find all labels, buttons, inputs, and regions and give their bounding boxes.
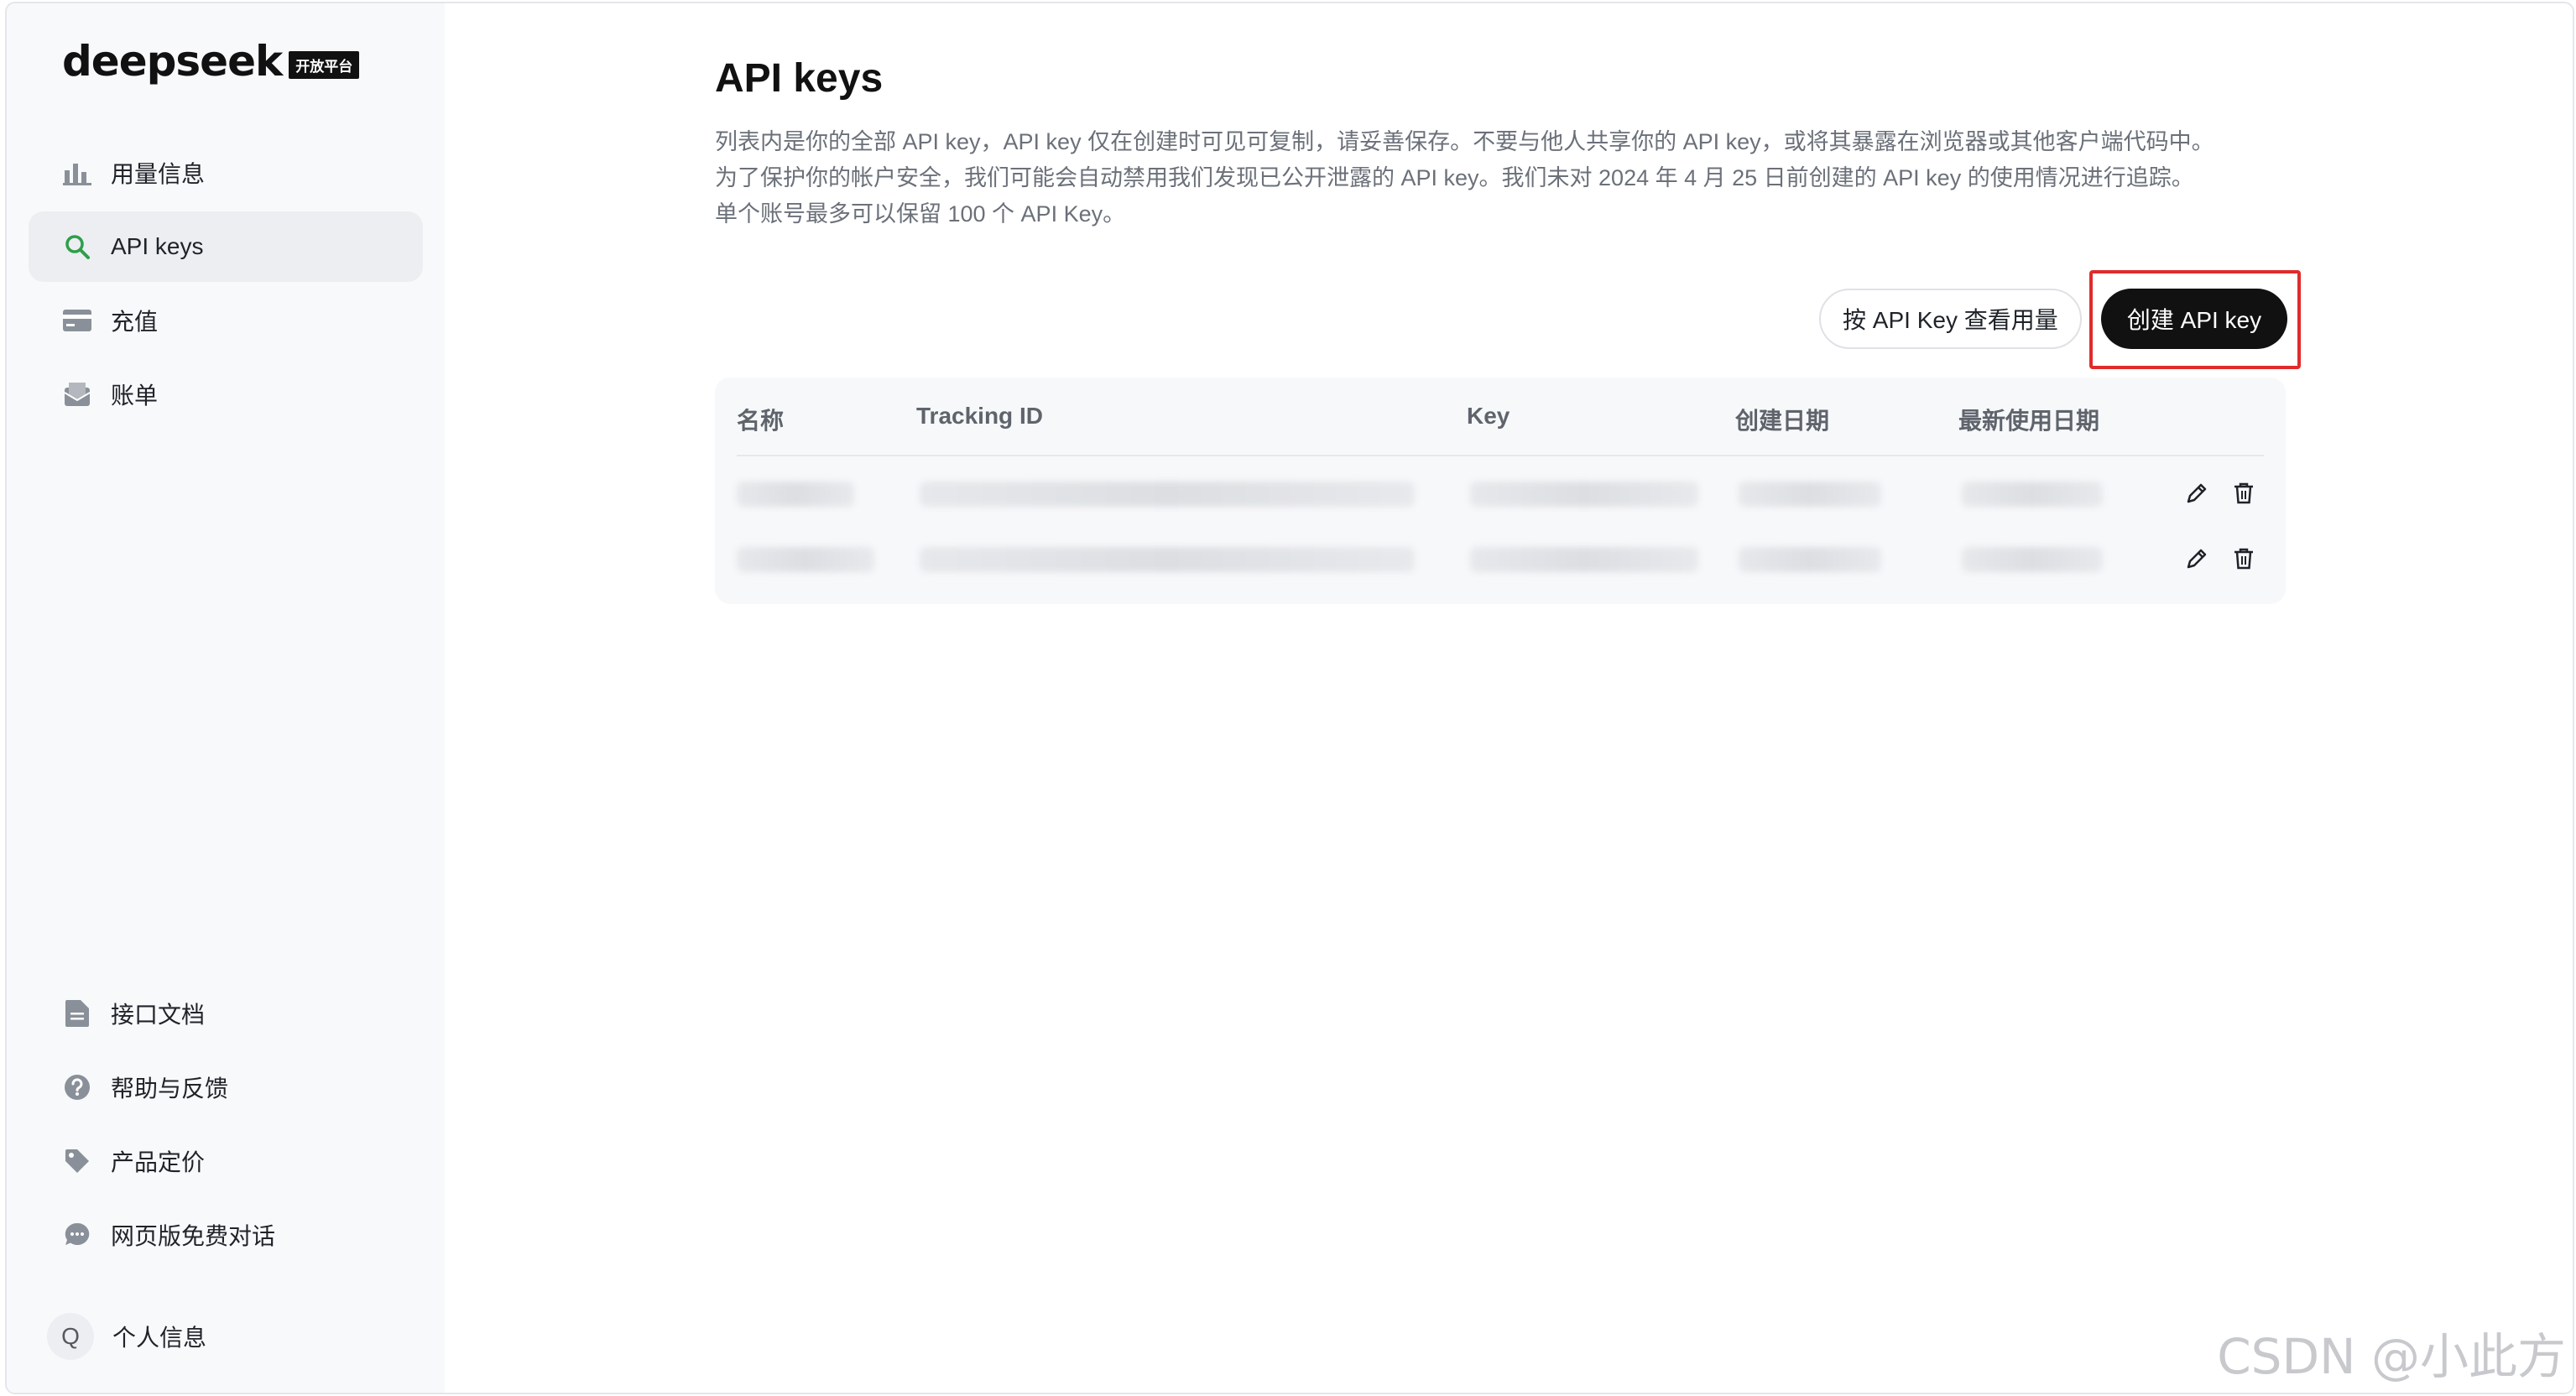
sidebar-item-api-keys[interactable]: API keys (29, 211, 423, 282)
document-icon (60, 997, 94, 1030)
redacted-created-date (1739, 482, 1881, 507)
header-divider (737, 455, 2264, 456)
sidebar-item-label: 接口文档 (111, 1002, 206, 1028)
sidebar-item-label: 个人信息 (112, 1325, 207, 1351)
sidebar-item-usage[interactable]: 用量信息 (29, 138, 423, 208)
description-line: 列表内是你的全部 API key，API key 仅在创建时可见可复制，请妥善保… (715, 129, 2214, 154)
redacted-last-used-date (1962, 482, 2103, 507)
redacted-name (737, 547, 874, 572)
sidebar-item-pricing[interactable]: 产品定价 (29, 1126, 423, 1196)
create-api-key-button[interactable]: 创建 API key (2101, 289, 2287, 349)
sidebar-item-help[interactable]: 帮助与反馈 (29, 1052, 423, 1123)
sidebar-item-label: 充值 (111, 309, 159, 335)
delete-icon[interactable] (2227, 542, 2261, 576)
tag-icon (60, 1144, 94, 1178)
sidebar-item-bills[interactable]: 账单 (29, 359, 423, 430)
help-icon (60, 1070, 94, 1104)
sidebar-item-label: 网页版免费对话 (111, 1223, 276, 1249)
table-row (715, 463, 2286, 522)
api-keys-table: 名称 Tracking ID Key 创建日期 最新使用日期 (715, 378, 2286, 604)
redacted-name (737, 482, 854, 507)
redacted-created-date (1739, 547, 1881, 572)
table-row (715, 529, 2286, 587)
sidebar-item-docs[interactable]: 接口文档 (29, 978, 423, 1049)
sidebar-item-web-chat[interactable]: 网页版免费对话 (29, 1200, 423, 1270)
description-line: 单个账号最多可以保留 100 个 API Key。 (715, 201, 1126, 227)
bar-chart-icon (60, 156, 94, 190)
sidebar-item-label: 账单 (111, 383, 159, 409)
sidebar-item-label: API keys (111, 233, 204, 259)
sidebar-item-label: 用量信息 (111, 161, 206, 187)
column-header-tracking-id: Tracking ID (916, 403, 1043, 429)
edit-icon[interactable] (2180, 542, 2214, 576)
search-icon (60, 230, 94, 263)
chat-icon (60, 1218, 94, 1252)
redacted-tracking-id (920, 482, 1415, 507)
redacted-key (1470, 547, 1698, 572)
column-header-created: 创建日期 (1735, 408, 1830, 434)
bill-icon (60, 378, 94, 411)
redacted-key (1470, 482, 1698, 507)
logo[interactable]: deepseek 开放平台 (62, 37, 360, 86)
main-content: API keys 列表内是你的全部 API key，API key 仅在创建时可… (445, 3, 2573, 1393)
sidebar: deepseek 开放平台 用量信息 API keys 充值 账单 接口文档 帮… (7, 3, 445, 1393)
page-description: 列表内是你的全部 API key，API key 仅在创建时可见可复制，请妥善保… (715, 124, 2309, 232)
sidebar-item-label: 产品定价 (111, 1149, 206, 1175)
redacted-last-used-date (1962, 547, 2103, 572)
sidebar-item-recharge[interactable]: 充值 (29, 285, 423, 356)
column-header-last-used: 最新使用日期 (1958, 408, 2100, 434)
app-window: deepseek 开放平台 用量信息 API keys 充值 账单 接口文档 帮… (5, 2, 2574, 1394)
column-header-name: 名称 (737, 408, 785, 434)
watermark: CSDN @小此方 (2217, 1328, 2566, 1385)
redacted-tracking-id (920, 547, 1415, 572)
logo-wordmark: deepseek (62, 37, 283, 86)
edit-icon[interactable] (2180, 477, 2214, 510)
column-header-key: Key (1467, 403, 1510, 429)
delete-icon[interactable] (2227, 477, 2261, 510)
sidebar-item-profile[interactable]: Q 个人信息 (29, 1299, 423, 1374)
sidebar-item-label: 帮助与反馈 (111, 1076, 229, 1102)
usage-by-key-button[interactable]: 按 API Key 查看用量 (1819, 289, 2082, 349)
credit-card-icon (60, 304, 94, 337)
description-line: 为了保护你的帐户安全，我们可能会自动禁用我们发现已公开泄露的 API key。我… (715, 165, 2194, 190)
page-title: API keys (715, 56, 884, 101)
logo-badge: 开放平台 (289, 50, 360, 79)
avatar: Q (47, 1313, 94, 1360)
